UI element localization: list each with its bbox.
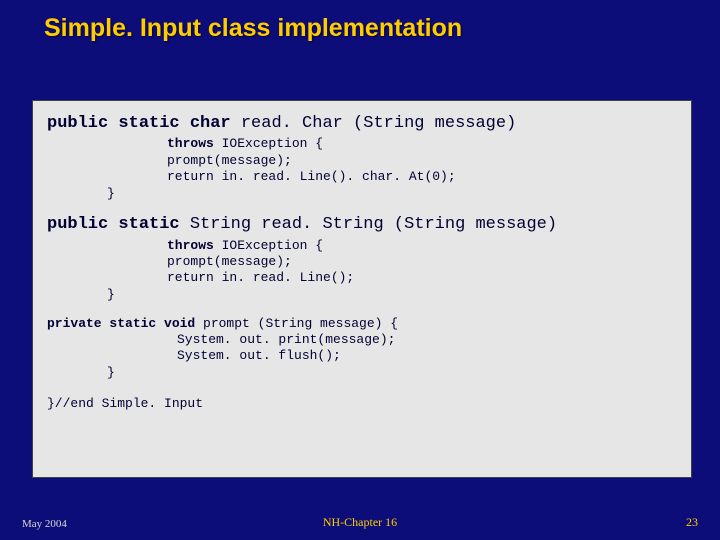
footer-date: May 2004 bbox=[22, 518, 67, 530]
code-line: return in. read. Line(). char. At(0); bbox=[167, 169, 683, 185]
code-text: IOException { bbox=[214, 238, 323, 253]
sig-keywords: public static char bbox=[47, 114, 241, 133]
method1-close: } bbox=[107, 186, 683, 202]
sig-keywords: public static bbox=[47, 215, 190, 234]
code-line: throws IOException { bbox=[167, 136, 683, 152]
code-text: IOException { bbox=[214, 136, 323, 151]
code-line: throws IOException { bbox=[167, 238, 683, 254]
method3-close: } bbox=[107, 365, 683, 381]
sig-keywords: private static void bbox=[47, 316, 203, 331]
method3-signature: private static void prompt (String messa… bbox=[47, 316, 683, 332]
code-line: prompt(message); bbox=[167, 254, 683, 270]
method2-close: } bbox=[107, 287, 683, 303]
code-line: System. out. print(message); bbox=[177, 332, 683, 348]
code-line: System. out. flush(); bbox=[177, 348, 683, 364]
method1-signature: public static char read. Char (String me… bbox=[47, 113, 683, 134]
method3-body: System. out. print(message); System. out… bbox=[177, 332, 683, 365]
sig-rest: prompt (String message) { bbox=[203, 316, 398, 331]
kw-throws: throws bbox=[167, 136, 214, 151]
method1-body: throws IOException { prompt(message); re… bbox=[167, 136, 683, 185]
sig-rest: String read. String (String message) bbox=[190, 215, 557, 234]
method2-signature: public static String read. String (Strin… bbox=[47, 214, 683, 235]
sig-rest: read. Char (String message) bbox=[241, 114, 516, 133]
code-line: return in. read. Line(); bbox=[167, 270, 683, 286]
method2-body: throws IOException { prompt(message); re… bbox=[167, 238, 683, 287]
code-line: prompt(message); bbox=[167, 153, 683, 169]
footer-chapter: NH-Chapter 16 bbox=[323, 515, 397, 530]
slide-title: Simple. Input class implementation bbox=[44, 14, 462, 43]
class-end: }//end Simple. Input bbox=[47, 396, 683, 412]
footer-page-number: 23 bbox=[686, 515, 698, 530]
kw-throws: throws bbox=[167, 238, 214, 253]
code-panel: public static char read. Char (String me… bbox=[32, 100, 692, 478]
